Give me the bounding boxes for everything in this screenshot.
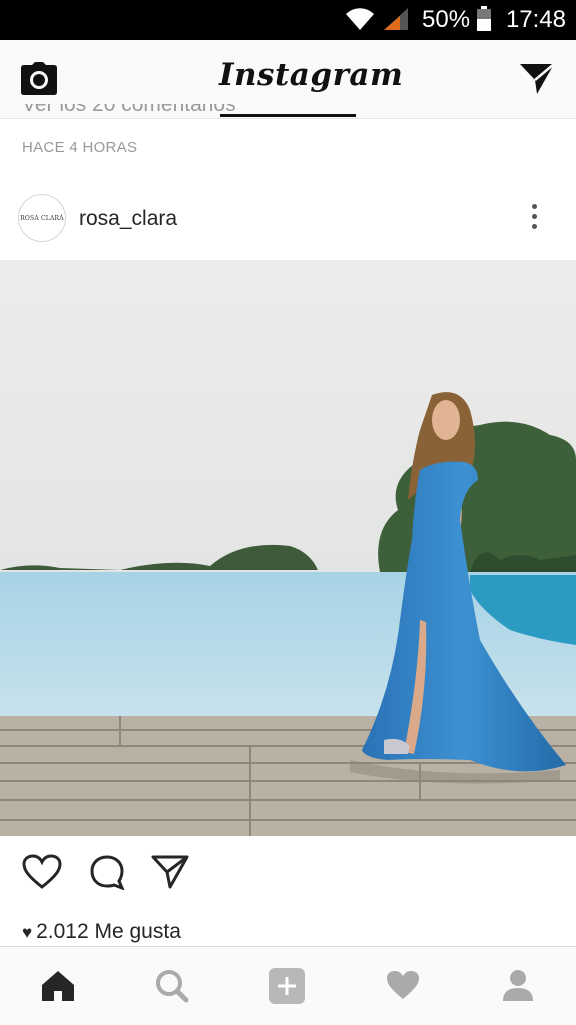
share-icon[interactable]: [150, 854, 190, 890]
signal-icon: [384, 8, 408, 30]
bottom-nav: [0, 946, 576, 1025]
status-bar: 50% 17:48: [0, 0, 576, 40]
more-options-icon[interactable]: [532, 204, 542, 234]
battery-icon: [477, 6, 491, 31]
post-actions: [0, 836, 576, 916]
home-icon[interactable]: [40, 969, 76, 1003]
clock: 17:48: [505, 6, 566, 33]
profile-icon[interactable]: [500, 967, 536, 1003]
logo-underline: [220, 114, 356, 117]
small-heart-icon: ♥: [22, 923, 33, 942]
post-username[interactable]: rosa_clara: [79, 207, 177, 231]
activity-icon[interactable]: [385, 969, 421, 1001]
app-logo: Instagram: [219, 57, 404, 93]
battery-percent: 50%: [422, 6, 471, 33]
post-photo[interactable]: [0, 260, 576, 836]
wifi-icon: [346, 8, 374, 30]
add-post-icon[interactable]: [268, 967, 306, 1005]
view-comments-link[interactable]: Ver los 20 comentarios: [22, 104, 236, 118]
search-icon[interactable]: [154, 969, 190, 1003]
direct-message-icon[interactable]: [518, 62, 556, 96]
camera-icon[interactable]: [20, 62, 58, 96]
post-header: ROSA CLARÁ rosa_clara: [0, 182, 576, 258]
avatar[interactable]: ROSA CLARÁ: [18, 194, 66, 242]
like-heart-icon[interactable]: [22, 854, 62, 890]
comment-icon[interactable]: [88, 854, 126, 890]
likes-count[interactable]: ♥ 2.012 Me gusta: [22, 920, 181, 944]
post-time-ago: HACE 4 HORAS: [22, 139, 138, 156]
